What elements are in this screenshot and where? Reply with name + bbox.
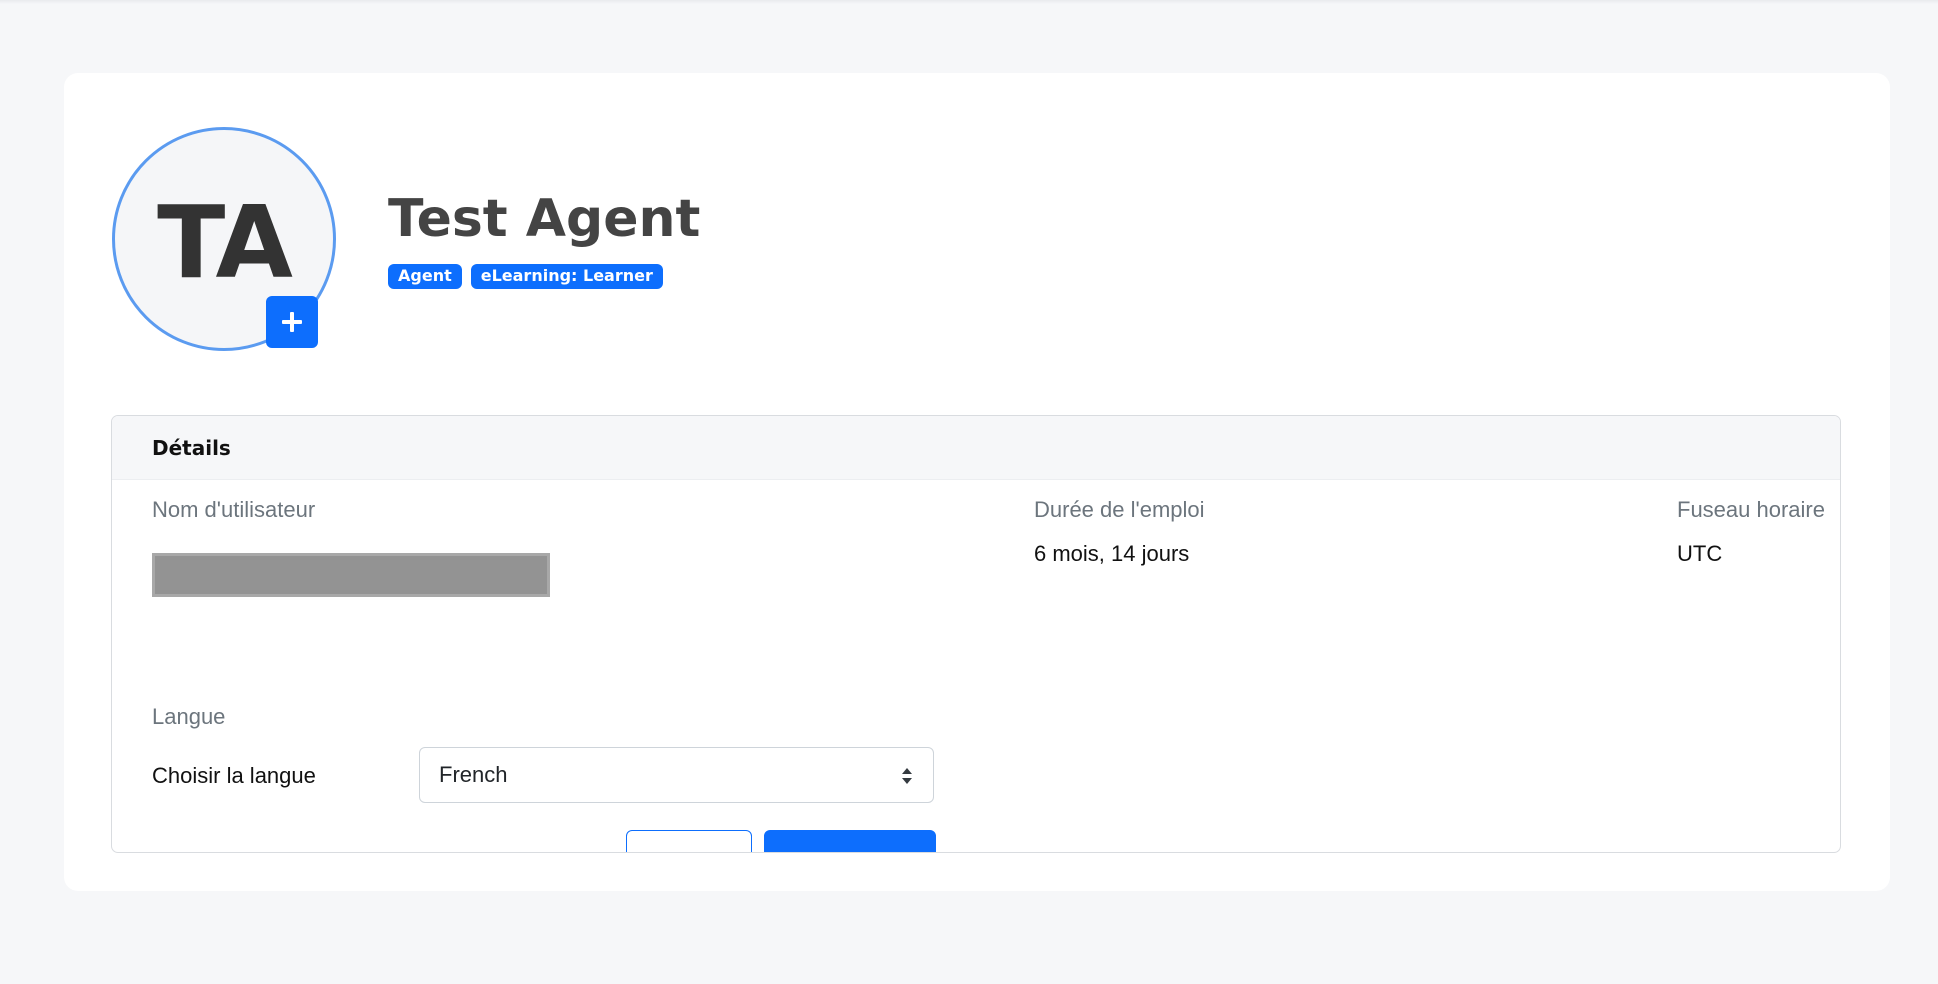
user-name: Test Agent [388, 189, 701, 249]
timezone-value: UTC [1677, 541, 1723, 566]
profile-card: TA Test Agent Agent eLearning: Learner D… [64, 73, 1890, 891]
employment-duration-value: 6 mois, 14 jours [1034, 541, 1190, 566]
employment-duration-label: Durée de l'emploi [1034, 497, 1205, 522]
add-photo-button[interactable] [266, 296, 318, 348]
role-badges: Agent eLearning: Learner [388, 264, 663, 289]
role-badge-agent: Agent [388, 264, 462, 289]
cancel-button[interactable]: Annuler [626, 830, 752, 852]
language-select-value: French [439, 762, 508, 787]
language-select[interactable]: French [419, 747, 934, 803]
language-section-label: Langue [152, 704, 226, 729]
save-button[interactable]: Sauvegarder [764, 830, 936, 852]
top-bar-shadow [0, 0, 1938, 4]
details-panel: Détails Nom d'utilisateur Durée de l'emp… [111, 415, 1841, 853]
plus-icon [282, 312, 302, 332]
username-label: Nom d'utilisateur [152, 497, 316, 522]
role-badge-elearning: eLearning: Learner [470, 264, 663, 289]
avatar-initials: TA [157, 183, 293, 301]
language-select-label: Choisir la langue [152, 763, 316, 788]
username-value-redacted [152, 553, 550, 597]
sort-arrows-icon [902, 768, 912, 784]
details-header: Détails [112, 416, 1840, 480]
timezone-label: Fuseau horaire [1677, 497, 1825, 522]
